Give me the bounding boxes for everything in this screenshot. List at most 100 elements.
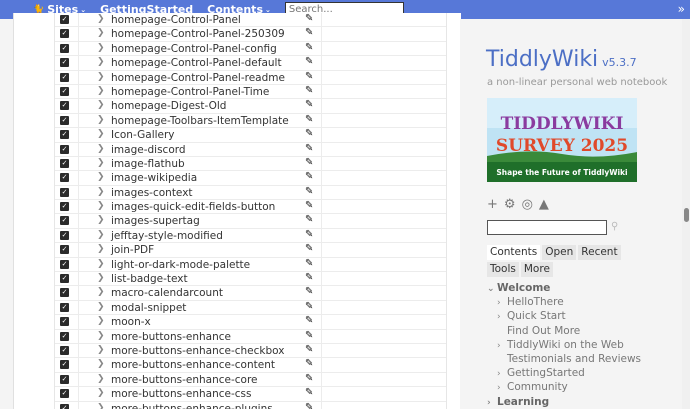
tiddler-link[interactable]: homepage-Control-Panel-default	[111, 57, 282, 69]
chevron-right-icon[interactable]: ❯	[97, 388, 105, 398]
chevron-right-icon[interactable]: ❯	[97, 316, 105, 326]
chevron-right-icon[interactable]: ❯	[97, 72, 105, 82]
row-checkbox[interactable]: ✓	[60, 130, 69, 140]
tiddler-link[interactable]: homepage-Digest-Old	[111, 100, 226, 112]
search-icon[interactable]: ⚲	[611, 221, 618, 232]
toc-item[interactable]: Find Out More	[487, 324, 687, 338]
edit-pencil-icon[interactable]: ✎	[305, 13, 313, 24]
row-checkbox[interactable]: ✓	[60, 360, 69, 370]
edit-pencil-icon[interactable]: ✎	[305, 358, 313, 369]
row-checkbox[interactable]: ✓	[60, 15, 69, 24]
tab-open[interactable]: Open	[542, 245, 577, 260]
tiddler-link[interactable]: more-buttons-enhance-plugins	[111, 403, 273, 409]
toc-item[interactable]: › Quick Start	[487, 309, 687, 323]
chevron-right-icon[interactable]: ❯	[97, 144, 105, 154]
edit-pencil-icon[interactable]: ✎	[305, 42, 313, 53]
row-checkbox[interactable]: ✓	[60, 72, 69, 82]
chevron-right-icon[interactable]: ›	[497, 381, 507, 395]
row-checkbox[interactable]: ✓	[60, 317, 69, 327]
row-checkbox[interactable]: ✓	[60, 403, 69, 409]
tiddler-link[interactable]: moon-x	[111, 316, 151, 328]
chevron-right-icon[interactable]: ❯	[97, 57, 105, 67]
toc-item[interactable]: ⌄ Welcome	[487, 281, 687, 295]
toc-item[interactable]: › TiddlyWiki on the Web	[487, 338, 687, 352]
gear-icon[interactable]: ⚙	[504, 197, 516, 212]
edit-pencil-icon[interactable]: ✎	[305, 85, 313, 96]
chevron-right-icon[interactable]: ❯	[97, 100, 105, 110]
edit-pencil-icon[interactable]: ✎	[305, 243, 313, 254]
tiddler-link[interactable]: modal-snippet	[111, 302, 186, 314]
row-checkbox[interactable]: ✓	[60, 274, 69, 284]
tiddler-link[interactable]: more-buttons-enhance	[111, 331, 231, 343]
row-checkbox[interactable]: ✓	[60, 288, 69, 298]
edit-pencil-icon[interactable]: ✎	[305, 373, 313, 384]
mortarboard-icon[interactable]: ▲	[539, 197, 549, 212]
sidebar-search-input[interactable]	[487, 220, 607, 235]
tiddler-link[interactable]: more-buttons-enhance-css	[111, 388, 251, 400]
chevron-down-icon[interactable]: ⌄	[487, 282, 497, 296]
tiddler-link[interactable]: image-discord	[111, 144, 186, 156]
row-checkbox[interactable]: ✓	[60, 144, 69, 154]
edit-pencil-icon[interactable]: ✎	[305, 229, 313, 240]
row-checkbox[interactable]: ✓	[60, 374, 69, 384]
scrollbar-thumb[interactable]	[684, 208, 689, 222]
toggle-sidebar-icon[interactable]: »	[678, 2, 685, 16]
chevron-right-icon[interactable]: ❯	[97, 28, 105, 38]
edit-pencil-icon[interactable]: ✎	[305, 387, 313, 398]
chevron-right-icon[interactable]: ❯	[97, 230, 105, 240]
chevron-right-icon[interactable]: ❯	[97, 187, 105, 197]
edit-pencil-icon[interactable]: ✎	[305, 99, 313, 110]
row-checkbox[interactable]: ✓	[60, 115, 69, 125]
edit-pencil-icon[interactable]: ✎	[305, 186, 313, 197]
chevron-right-icon[interactable]: ❯	[97, 345, 105, 355]
chevron-right-icon[interactable]: ❯	[97, 158, 105, 168]
tiddler-link[interactable]: light-or-dark-mode-palette	[111, 259, 250, 271]
chevron-right-icon[interactable]: ›	[497, 367, 507, 381]
toc-item[interactable]: › Learning	[487, 395, 687, 409]
tab-tools[interactable]: Tools	[487, 262, 519, 277]
tiddler-link[interactable]: homepage-Control-Panel-Time	[111, 86, 269, 98]
tiddler-link[interactable]: images-supertag	[111, 215, 200, 227]
chevron-right-icon[interactable]: ❯	[97, 359, 105, 369]
edit-pencil-icon[interactable]: ✎	[305, 330, 313, 341]
chevron-right-icon[interactable]: ❯	[97, 172, 105, 182]
tab-more[interactable]: More	[520, 262, 553, 277]
chevron-right-icon[interactable]: ❯	[97, 273, 105, 283]
edit-pencil-icon[interactable]: ✎	[305, 71, 313, 82]
chevron-right-icon[interactable]: ❯	[97, 86, 105, 96]
survey-banner-image[interactable]: TIDDLYWIKI SURVEY 2025 Shape the Future …	[487, 98, 637, 182]
chevron-right-icon[interactable]: ❯	[97, 302, 105, 312]
row-checkbox[interactable]: ✓	[60, 345, 69, 355]
row-checkbox[interactable]: ✓	[60, 187, 69, 197]
chevron-right-icon[interactable]: ›	[497, 296, 507, 310]
edit-pencil-icon[interactable]: ✎	[305, 402, 313, 409]
tiddler-link[interactable]: list-badge-text	[111, 273, 188, 285]
chevron-right-icon[interactable]: ❯	[97, 129, 105, 139]
chevron-right-icon[interactable]: ❯	[97, 215, 105, 225]
tiddler-link[interactable]: image-flathub	[111, 158, 185, 170]
edit-pencil-icon[interactable]: ✎	[305, 200, 313, 211]
tab-recent[interactable]: Recent	[578, 245, 621, 260]
tiddler-link[interactable]: images-context	[111, 187, 193, 199]
check-circle-icon[interactable]: ◎	[522, 197, 533, 212]
chevron-right-icon[interactable]: ❯	[97, 287, 105, 297]
row-checkbox[interactable]: ✓	[60, 43, 69, 53]
tiddler-link[interactable]: join-PDF	[111, 244, 154, 256]
tiddler-link[interactable]: more-buttons-enhance-core	[111, 374, 258, 386]
edit-pencil-icon[interactable]: ✎	[305, 272, 313, 283]
chevron-right-icon[interactable]: ❯	[97, 259, 105, 269]
row-checkbox[interactable]: ✓	[60, 58, 69, 68]
edit-pencil-icon[interactable]: ✎	[305, 27, 313, 38]
edit-pencil-icon[interactable]: ✎	[305, 286, 313, 297]
row-checkbox[interactable]: ✓	[60, 245, 69, 255]
tiddler-link[interactable]: image-wikipedia	[111, 172, 197, 184]
tiddler-link[interactable]: more-buttons-enhance-content	[111, 359, 275, 371]
chevron-right-icon[interactable]: ›	[487, 396, 497, 409]
tiddler-link[interactable]: homepage-Control-Panel-config	[111, 43, 277, 55]
edit-pencil-icon[interactable]: ✎	[305, 157, 313, 168]
row-checkbox[interactable]: ✓	[60, 259, 69, 269]
toc-item[interactable]: › Community	[487, 380, 687, 394]
chevron-right-icon[interactable]: ❯	[97, 14, 105, 24]
edit-pencil-icon[interactable]: ✎	[305, 258, 313, 269]
row-checkbox[interactable]: ✓	[60, 173, 69, 183]
